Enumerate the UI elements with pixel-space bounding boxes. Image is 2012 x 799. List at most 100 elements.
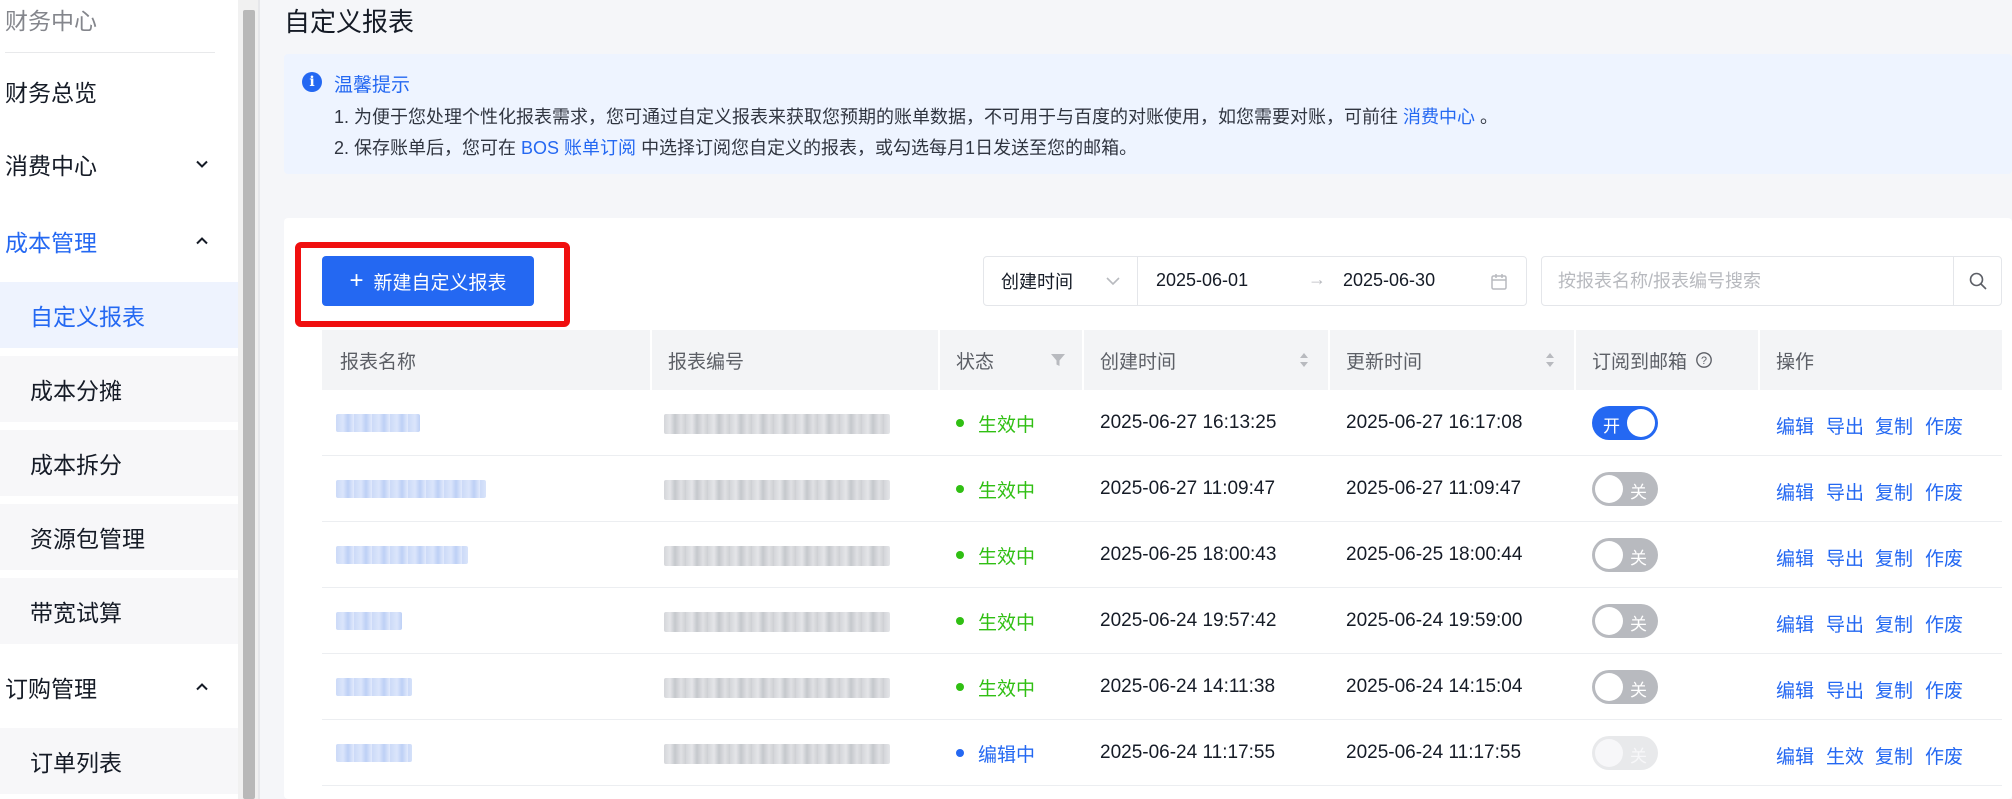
search-input[interactable] — [1542, 257, 1954, 305]
col-updated-time[interactable]: 更新时间 — [1328, 330, 1574, 390]
sidebar-item-bandwidth-calc[interactable]: 带宽试算 — [0, 578, 238, 644]
status-cell: 生效中 — [956, 654, 1035, 720]
sidebar-item-cost-management[interactable]: 成本管理 — [0, 208, 238, 274]
notice-text: 1. 为便于您处理个性化报表需求，您可通过自定义报表来获取您预期的账单数据，不可… — [334, 107, 1399, 127]
subscribe-toggle[interactable]: 关 — [1592, 604, 1658, 638]
report-name-link[interactable] — [336, 546, 468, 564]
subscribe-toggle[interactable]: 关 — [1592, 670, 1658, 704]
sidebar-item-order-management[interactable]: 订购管理 — [0, 654, 238, 720]
col-status: 状态 — [938, 330, 1082, 390]
report-name-link[interactable] — [336, 744, 412, 762]
status-cell: 生效中 — [956, 456, 1035, 522]
created-time: 2025-06-27 16:13:25 — [1100, 412, 1277, 433]
toggle-knob — [1595, 673, 1623, 701]
void-link[interactable]: 作废 — [1925, 412, 1963, 439]
edit-link[interactable]: 编辑 — [1776, 742, 1814, 769]
date-start-input[interactable]: 2025-06-01 — [1156, 270, 1248, 291]
table-row: 生效中 2025-06-24 19:57:42 2025-06-24 19:59… — [322, 588, 2002, 654]
updated-time: 2025-06-25 18:00:44 — [1346, 544, 1523, 565]
subscribe-toggle[interactable]: 关 — [1592, 472, 1658, 506]
subscribe-toggle[interactable]: 关 — [1592, 538, 1658, 572]
export-link[interactable]: 导出 — [1826, 478, 1864, 505]
copy-link[interactable]: 复制 — [1875, 610, 1913, 637]
table-row: 生效中 2025-06-27 16:13:25 2025-06-27 16:17… — [322, 390, 2002, 456]
date-type-value: 创建时间 — [1001, 272, 1073, 292]
sidebar-item-cost-allocation[interactable]: 成本分摊 — [0, 356, 238, 422]
status-text: 生效中 — [978, 414, 1036, 436]
notice-text: 2. 保存账单后，您可在 — [334, 138, 517, 158]
table-row: 生效中 2025-06-24 14:11:38 2025-06-24 14:15… — [322, 654, 2002, 720]
table-row: 生效中 2025-06-25 18:00:43 2025-06-25 18:00… — [322, 522, 2002, 588]
export-link[interactable]: 导出 — [1826, 610, 1864, 637]
status-text: 生效中 — [978, 480, 1036, 502]
sidebar: 财务中心 财务总览 消费中心 成本管理 自定义报表 成本分摊 成本拆分 资源包管… — [0, 0, 238, 799]
toggle-label: 关 — [1630, 747, 1647, 766]
notice-title: 温馨提示 — [334, 75, 411, 96]
export-link[interactable]: 导出 — [1826, 676, 1864, 703]
svg-text:?: ? — [1701, 355, 1707, 367]
void-link[interactable]: 作废 — [1925, 676, 1963, 703]
sidebar-item-cost-split[interactable]: 成本拆分 — [0, 430, 238, 496]
created-time: 2025-06-24 19:57:42 — [1100, 610, 1277, 631]
void-link[interactable]: 作废 — [1925, 610, 1963, 637]
sidebar-item-order-list[interactable]: 订单列表 — [0, 728, 238, 794]
toggle-label: 关 — [1630, 483, 1647, 502]
search-button[interactable] — [1953, 257, 2001, 305]
copy-link[interactable]: 复制 — [1875, 478, 1913, 505]
activate-link[interactable]: 生效 — [1826, 742, 1864, 769]
subscribe-toggle[interactable]: 开 — [1592, 406, 1658, 440]
status-cell: 编辑中 — [956, 720, 1035, 786]
consumption-center-link[interactable]: 消费中心 — [1403, 107, 1475, 127]
edit-link[interactable]: 编辑 — [1776, 610, 1814, 637]
edit-link[interactable]: 编辑 — [1776, 412, 1814, 439]
help-icon[interactable]: ? — [1695, 351, 1713, 369]
copy-link[interactable]: 复制 — [1875, 742, 1913, 769]
export-link[interactable]: 导出 — [1826, 412, 1864, 439]
copy-link[interactable]: 复制 — [1875, 676, 1913, 703]
sidebar-item-label: 财务总览 — [5, 80, 97, 106]
tip-notice: i 温馨提示 1. 为便于您处理个性化报表需求，您可通过自定义报表来获取您预期的… — [284, 54, 2012, 174]
sidebar-item-label: 消费中心 — [5, 153, 97, 179]
chevron-down-icon — [1103, 271, 1123, 291]
edit-link[interactable]: 编辑 — [1776, 676, 1814, 703]
sidebar-item-consumption-center[interactable]: 消费中心 — [0, 131, 238, 197]
table-header: 报表名称 报表编号 状态 创建时间 更新时间 订阅到邮箱 ? 操作 — [322, 330, 2002, 390]
column-label: 更新时间 — [1346, 351, 1423, 373]
void-link[interactable]: 作废 — [1925, 742, 1963, 769]
sidebar-scrollbar-thumb[interactable] — [243, 10, 255, 799]
edit-link[interactable]: 编辑 — [1776, 544, 1814, 571]
report-name-link[interactable] — [336, 612, 402, 630]
table-row: 生效中 2025-06-27 11:09:47 2025-06-27 11:09… — [322, 456, 2002, 522]
toggle-label: 开 — [1603, 417, 1620, 436]
sort-icon[interactable] — [1540, 350, 1560, 370]
updated-time: 2025-06-24 19:59:00 — [1346, 610, 1523, 631]
report-name-link[interactable] — [336, 678, 412, 696]
bos-bill-subscription-link[interactable]: BOS 账单订阅 — [521, 138, 636, 158]
status-cell: 生效中 — [956, 588, 1035, 654]
col-created-time[interactable]: 创建时间 — [1082, 330, 1328, 390]
filter-icon[interactable] — [1048, 350, 1068, 370]
sidebar-item-label: 成本拆分 — [30, 452, 122, 478]
status-dot-icon — [956, 683, 964, 691]
export-link[interactable]: 导出 — [1826, 544, 1864, 571]
void-link[interactable]: 作废 — [1925, 478, 1963, 505]
date-type-select[interactable]: 创建时间 — [984, 257, 1138, 305]
created-time: 2025-06-24 11:17:55 — [1100, 742, 1276, 763]
notice-line-1: 1. 为便于您处理个性化报表需求，您可通过自定义报表来获取您预期的账单数据，不可… — [334, 103, 1498, 129]
sidebar-item-custom-report[interactable]: 自定义报表 — [0, 282, 238, 348]
void-link[interactable]: 作废 — [1925, 544, 1963, 571]
copy-link[interactable]: 复制 — [1875, 412, 1913, 439]
created-time: 2025-06-24 14:11:38 — [1100, 676, 1276, 697]
status-dot-icon — [956, 419, 964, 427]
notice-text: 中选择订阅您自定义的报表，或勾选每月1日发送至您的邮箱。 — [641, 138, 1138, 158]
date-end-input[interactable]: 2025-06-30 — [1343, 270, 1435, 291]
edit-link[interactable]: 编辑 — [1776, 478, 1814, 505]
sort-icon[interactable] — [1294, 350, 1314, 370]
calendar-icon[interactable] — [1489, 272, 1509, 292]
report-name-link[interactable] — [336, 414, 420, 432]
sidebar-item-resource-package[interactable]: 资源包管理 — [0, 504, 238, 570]
notice-text: 。 — [1480, 107, 1499, 127]
copy-link[interactable]: 复制 — [1875, 544, 1913, 571]
sidebar-item-finance-overview[interactable]: 财务总览 — [0, 58, 238, 124]
report-name-link[interactable] — [336, 480, 486, 498]
